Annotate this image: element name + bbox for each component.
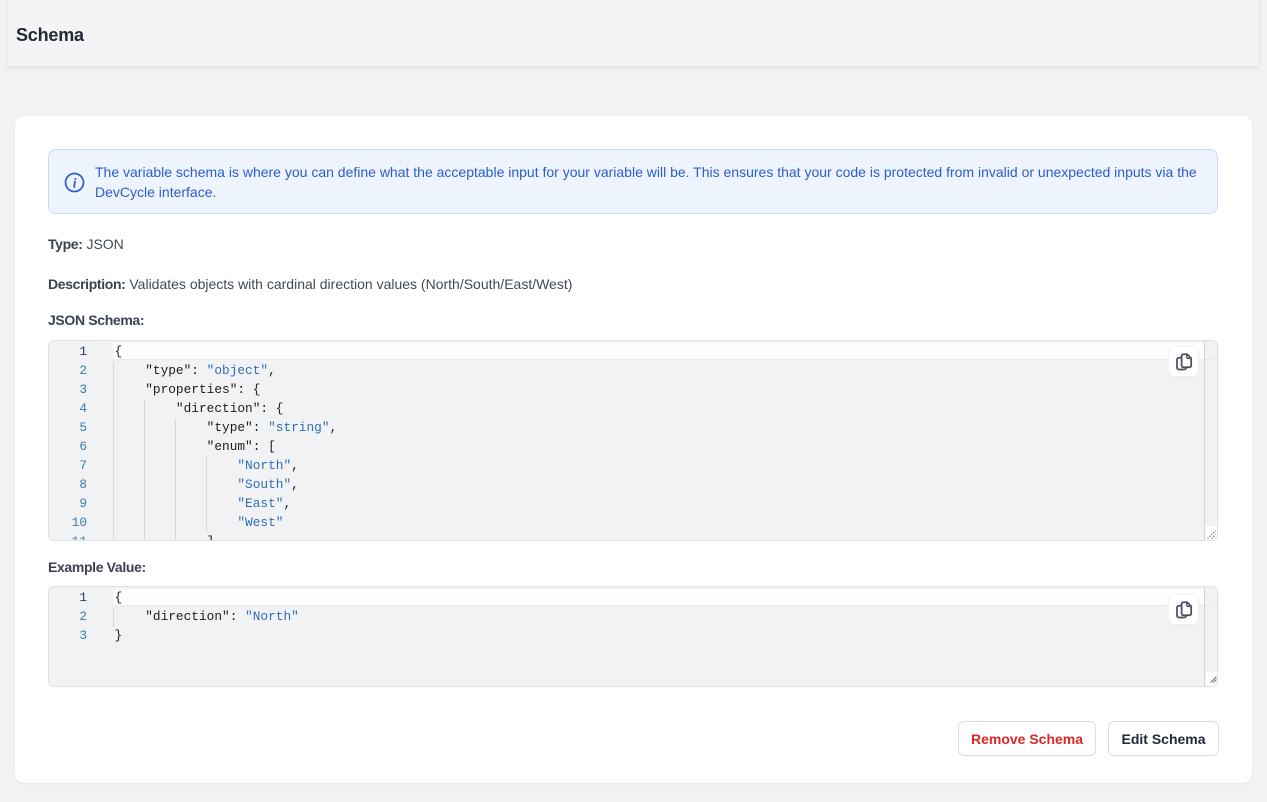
svg-text:i: i (73, 176, 77, 191)
